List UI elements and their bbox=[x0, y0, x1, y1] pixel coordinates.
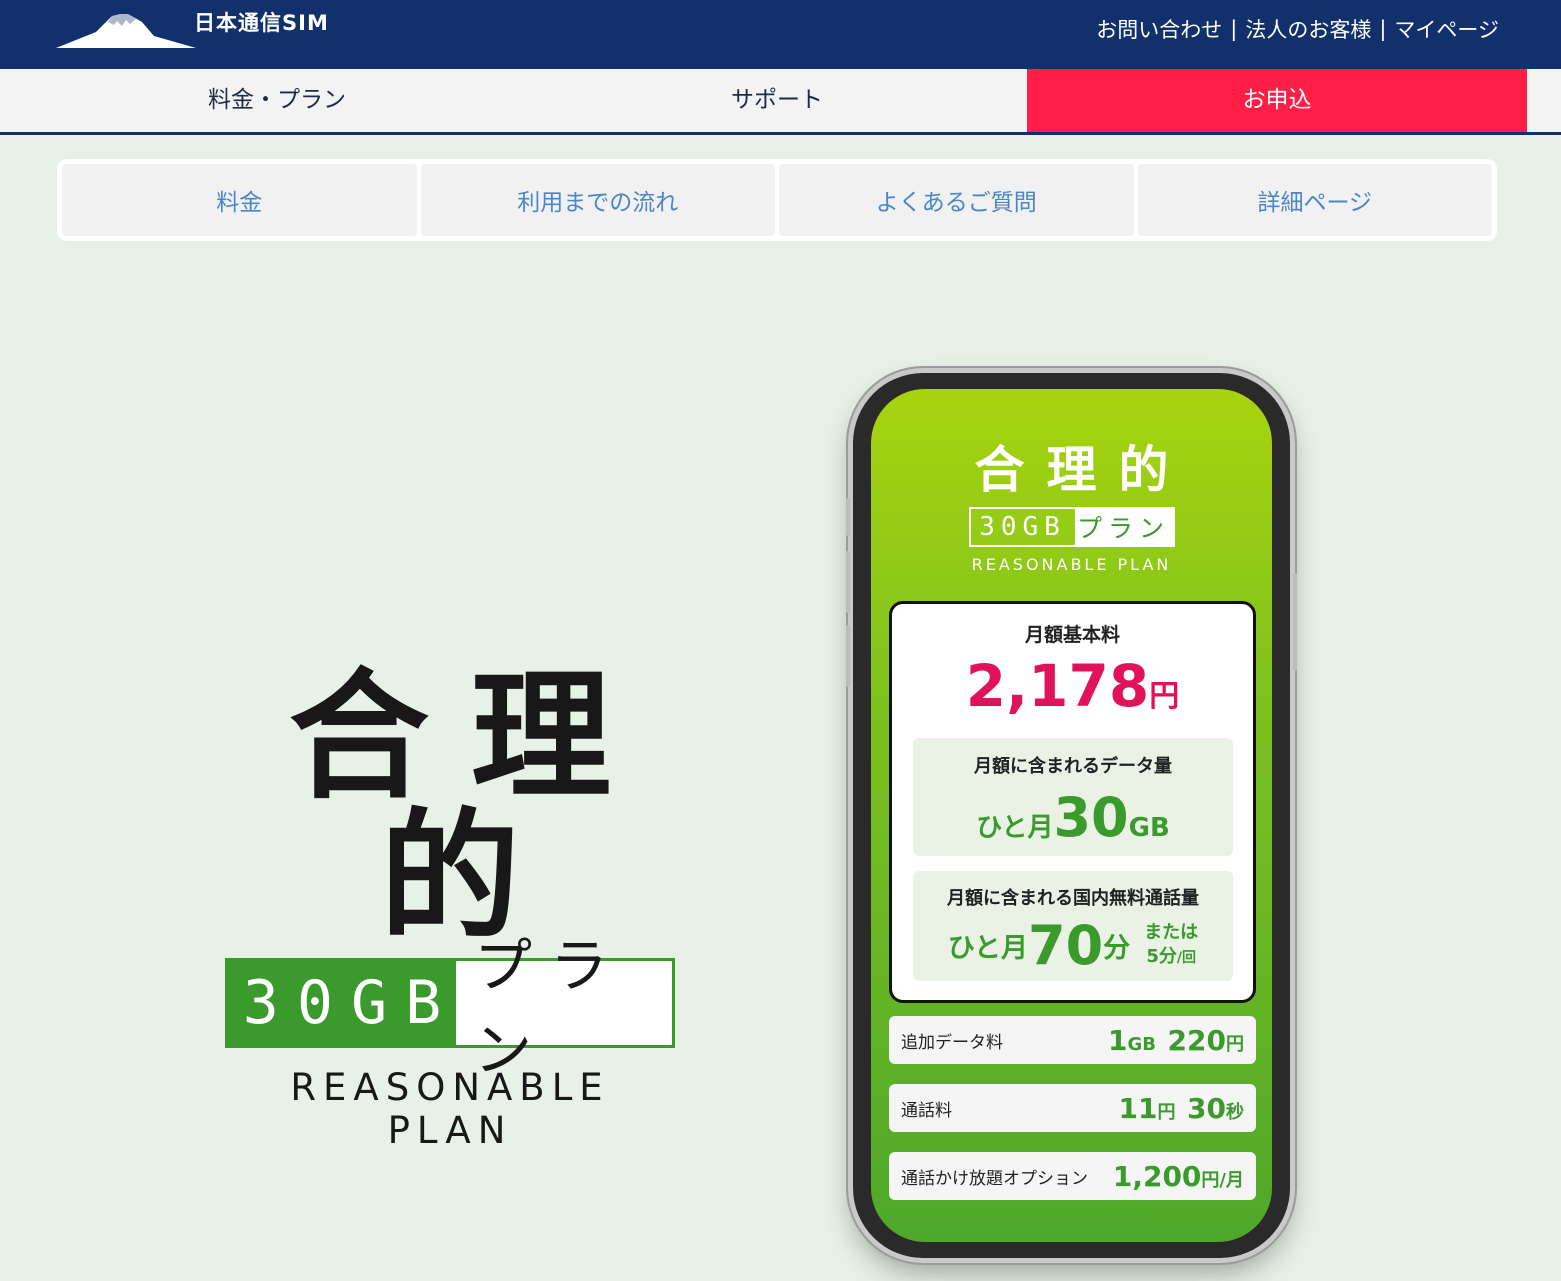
screen-tagline: REASONABLE PLAN bbox=[971, 555, 1172, 574]
row-unit: 秒 bbox=[1226, 1101, 1244, 1123]
call-rate-row: 通話料 11円 30秒 bbox=[889, 1084, 1256, 1132]
top-header: 日本通信SIM お問い合わせ | 法人のお客様 | マイページ bbox=[0, 0, 1561, 69]
call-value: 70 bbox=[1028, 914, 1104, 977]
row-value: 30 bbox=[1187, 1091, 1226, 1125]
row-value: 220 bbox=[1167, 1023, 1226, 1057]
tab-details[interactable]: 詳細ページ bbox=[1137, 164, 1492, 236]
row-label: 追加データ料 bbox=[901, 1032, 1003, 1053]
data-allowance-box: 月額に含まれるデータ量 ひと月30GB bbox=[913, 738, 1233, 856]
hero-title: 合理的 30GB プラン REASONABLE PLAN bbox=[225, 668, 675, 1152]
price-card: 月額基本料 2,178円 月額に含まれるデータ量 ひと月30GB 月額に含まれる… bbox=[889, 601, 1256, 1003]
link-separator: | bbox=[1379, 17, 1387, 41]
unlimited-call-row: 通話かけ放題オプション 1,200円/月 bbox=[889, 1152, 1256, 1200]
row-unit: GB bbox=[1127, 1033, 1156, 1055]
brand-logo[interactable]: 日本通信SIM bbox=[56, 10, 329, 50]
nav-support[interactable]: サポート bbox=[527, 69, 1027, 132]
phone-side-button bbox=[846, 551, 850, 613]
screen-plan: プラン bbox=[1074, 509, 1173, 545]
mount-fuji-icon bbox=[56, 14, 196, 48]
row-label: 通話かけ放題オプション bbox=[901, 1168, 1088, 1189]
screen-title: 合理的 30GB プラン REASONABLE PLAN bbox=[871, 443, 1272, 574]
contact-link[interactable]: お問い合わせ bbox=[1096, 14, 1222, 44]
monthly-price-yen: 円 bbox=[1149, 679, 1180, 714]
sub-nav: 料金 利用までの流れ よくあるご質問 詳細ページ bbox=[57, 159, 1497, 241]
row-value: 1 bbox=[1107, 1023, 1128, 1057]
call-alt: 5分 bbox=[1146, 946, 1177, 967]
data-unit: GB bbox=[1128, 813, 1170, 843]
monthly-fee-label: 月額基本料 bbox=[1024, 624, 1120, 646]
hero-gb: 30GB bbox=[228, 961, 456, 1045]
hero-tagline: REASONABLE PLAN bbox=[290, 1066, 610, 1152]
data-value: 30 bbox=[1053, 786, 1129, 849]
mypage-link[interactable]: マイページ bbox=[1394, 14, 1499, 44]
utility-links: お問い合わせ | 法人のお客様 | マイページ bbox=[1096, 14, 1499, 44]
brand-name: 日本通信SIM bbox=[194, 11, 329, 35]
nav-pricing-plans[interactable]: 料金・プラン bbox=[27, 69, 527, 132]
call-prefix: ひと月 bbox=[947, 933, 1029, 964]
phone-mockup: 合理的 30GB プラン REASONABLE PLAN 月額基本料 2,178… bbox=[846, 373, 1297, 1258]
monthly-price-value: 2,178 bbox=[965, 652, 1150, 720]
phone-side-button bbox=[846, 625, 850, 687]
call-allowance-box: 月額に含まれる国内無料通話量 ひと月 70 分 または 5分/回 bbox=[913, 871, 1233, 981]
hero-plan-box: 30GB プラン bbox=[225, 932, 675, 1084]
phone-screen: 合理的 30GB プラン REASONABLE PLAN 月額基本料 2,178… bbox=[871, 389, 1272, 1242]
nav-apply-button[interactable]: お申込 bbox=[1027, 69, 1527, 132]
row-value: 1,200 bbox=[1112, 1159, 1202, 1193]
hero-plan: プラン bbox=[456, 932, 672, 1084]
tab-pricing[interactable]: 料金 bbox=[62, 164, 417, 236]
hero-kanji: 合理的 bbox=[288, 656, 653, 959]
call-unit: 分 bbox=[1103, 933, 1131, 964]
call-or: または bbox=[1144, 922, 1199, 943]
screen-plan-box: 30GB プラン bbox=[968, 507, 1175, 547]
row-value: 11 bbox=[1118, 1091, 1158, 1125]
call-alt-unit: /回 bbox=[1176, 950, 1196, 966]
tab-faq[interactable]: よくあるご質問 bbox=[779, 164, 1134, 236]
monthly-price: 2,178円 bbox=[892, 652, 1253, 720]
call-allowance-label: 月額に含まれる国内無料通話量 bbox=[947, 888, 1199, 909]
row-unit: 円 bbox=[1226, 1033, 1244, 1055]
tab-flow[interactable]: 利用までの流れ bbox=[420, 164, 775, 236]
row-unit: 円 bbox=[1157, 1101, 1176, 1123]
screen-kanji: 合理的 bbox=[974, 441, 1191, 499]
row-label: 通話料 bbox=[901, 1100, 952, 1121]
extra-data-row: 追加データ料 1GB 220円 bbox=[889, 1016, 1256, 1064]
phone-side-button bbox=[1293, 573, 1297, 671]
data-allowance-label: 月額に含まれるデータ量 bbox=[974, 756, 1172, 777]
link-separator: | bbox=[1230, 17, 1238, 41]
row-unit: 円/月 bbox=[1201, 1169, 1244, 1191]
phone-side-button bbox=[846, 498, 850, 536]
data-prefix: ひと月 bbox=[976, 813, 1054, 843]
corporate-link[interactable]: 法人のお客様 bbox=[1245, 14, 1371, 44]
main-nav: 料金・プラン サポート お申込 bbox=[0, 69, 1561, 135]
screen-gb: 30GB bbox=[979, 512, 1066, 542]
